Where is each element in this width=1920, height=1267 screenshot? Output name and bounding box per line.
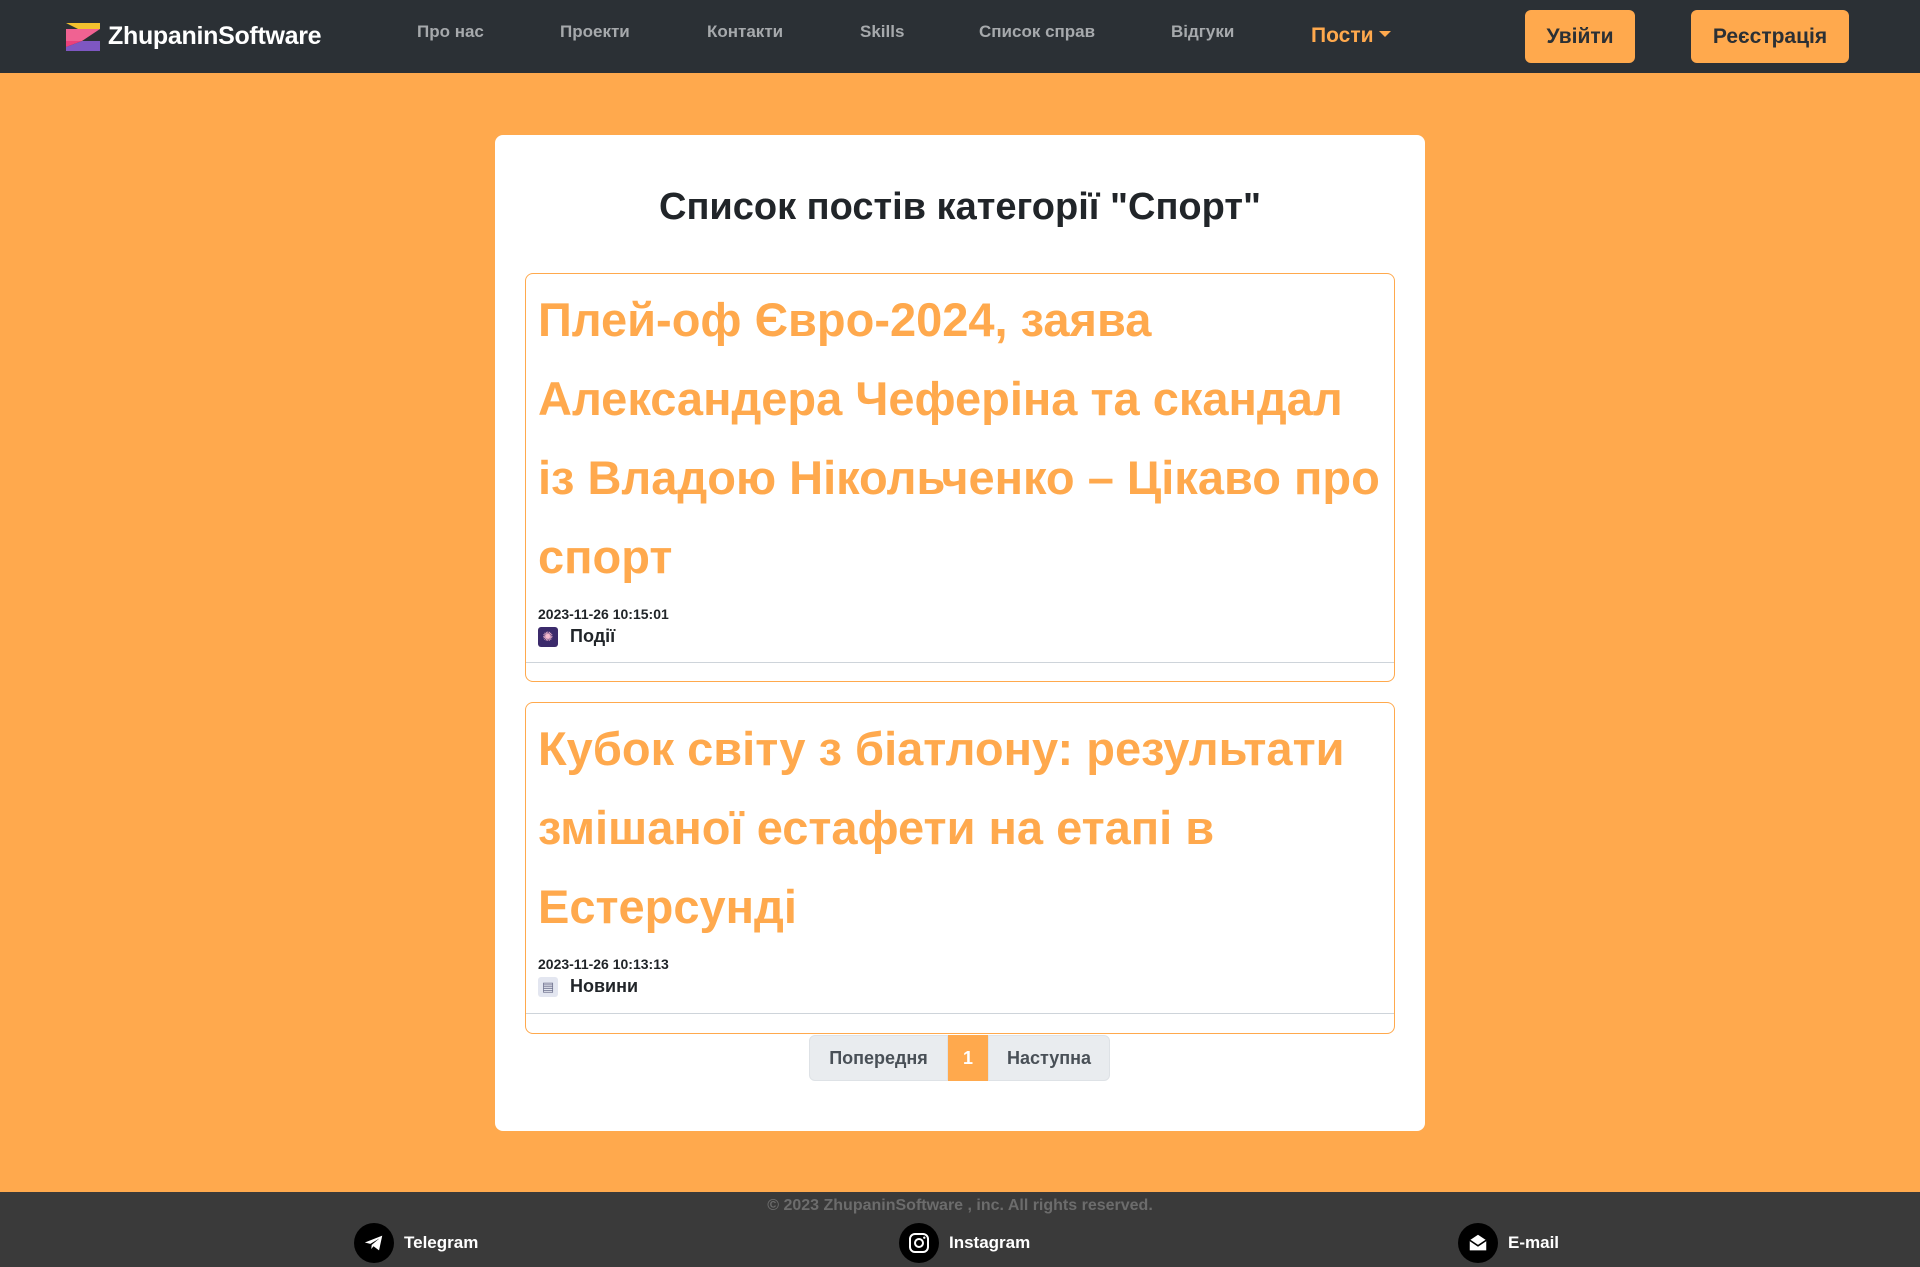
post-card: Плей-оф Євро-2024, заява Александера Чеф… — [525, 273, 1395, 682]
footer-link-instagram[interactable]: Instagram — [899, 1223, 1030, 1263]
post-title-link[interactable]: Плей-оф Євро-2024, заява Александера Чеф… — [526, 274, 1394, 596]
footer-link-label: Instagram — [949, 1233, 1031, 1252]
email-icon — [1458, 1223, 1498, 1263]
fireworks-icon: ✺ — [538, 626, 558, 647]
footer-link-telegram[interactable]: Telegram — [354, 1223, 478, 1263]
pagination-prev-button[interactable]: Попередня — [809, 1035, 948, 1081]
footer-link-label: E-mail — [1508, 1233, 1560, 1252]
post-category: ▤ Новини — [526, 972, 1394, 997]
nav-link-contacts[interactable]: Контакти — [707, 22, 783, 42]
brand-link[interactable]: ZhupaninSoftware — [64, 20, 322, 53]
nav-dropdown-posts-label: Пости — [1311, 24, 1374, 47]
nav-link-reviews[interactable]: Відгуки — [1171, 22, 1234, 42]
footer-link-label: Telegram — [404, 1233, 479, 1252]
nav-link-todo-list[interactable]: Список справ — [979, 22, 1095, 42]
nav-link-skills[interactable]: Skills — [860, 22, 904, 42]
navbar: ZhupaninSoftware Про нас Проекти Контакт… — [0, 0, 1920, 73]
post-date: 2023-11-26 10:13:13 — [538, 956, 669, 972]
instagram-icon — [899, 1223, 939, 1263]
page-title: Список постів категорії "Спорт" — [659, 186, 1261, 228]
nav-link-about[interactable]: Про нас — [417, 22, 484, 42]
post-title-link[interactable]: Кубок світу з біатлону: результати зміша… — [526, 703, 1394, 946]
copyright-text: © 2023 ZhupaninSoftware , inc. All right… — [767, 1197, 1153, 1214]
footer-link-email[interactable]: E-mail — [1458, 1223, 1559, 1263]
post-category: ✺ Події — [526, 622, 1394, 647]
brand-name: ZhupaninSoftware — [108, 22, 322, 50]
post-divider — [526, 1013, 1394, 1014]
post-category-label: Події — [570, 626, 616, 646]
pagination: Попередня 1 Наступна — [809, 1035, 1110, 1081]
caret-down-icon — [1378, 31, 1391, 38]
post-category-label: Новини — [570, 976, 639, 996]
nav-dropdown-posts[interactable]: Пости — [1311, 24, 1391, 48]
footer: © 2023 ZhupaninSoftware , inc. All right… — [0, 1192, 1920, 1267]
register-button[interactable]: Реєстрація — [1691, 10, 1849, 63]
pagination-page-current[interactable]: 1 — [948, 1035, 988, 1081]
post-date: 2023-11-26 10:15:01 — [538, 606, 669, 622]
nav-link-projects[interactable]: Проекти — [560, 22, 630, 42]
pagination-next-button[interactable]: Наступна — [988, 1035, 1110, 1081]
telegram-icon — [354, 1223, 394, 1263]
newspaper-icon: ▤ — [538, 976, 558, 997]
brand-logo-icon — [66, 22, 100, 51]
login-button[interactable]: Увійти — [1525, 10, 1635, 63]
post-card: Кубок світу з біатлону: результати зміша… — [525, 702, 1395, 1034]
post-divider — [526, 662, 1394, 663]
